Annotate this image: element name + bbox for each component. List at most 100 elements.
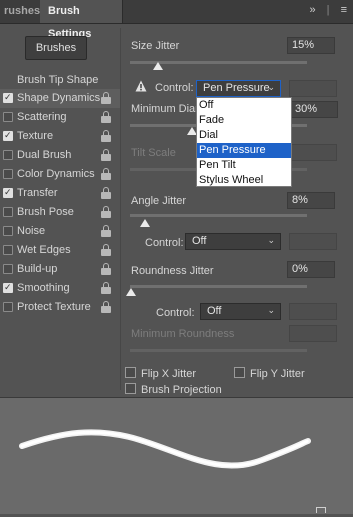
angle-jitter-label: Angle Jitter (131, 195, 187, 207)
lock-icon[interactable] (101, 149, 111, 162)
roundness-jitter-slider-knob[interactable] (126, 288, 136, 296)
minimum-diameter-value[interactable]: 30% (290, 101, 338, 118)
roundness-jitter-slider-track[interactable] (130, 285, 307, 288)
lock-icon[interactable] (101, 206, 111, 219)
option-checkbox[interactable] (3, 245, 13, 255)
brushes-button[interactable]: Brushes (25, 36, 87, 60)
warning-icon (135, 80, 147, 92)
brush-option-item[interactable]: Shape Dynamics (0, 89, 120, 108)
brush-option-item[interactable]: Dual Brush (0, 146, 120, 165)
option-checkbox[interactable] (3, 127, 13, 146)
dropdown-option[interactable]: Dial (197, 128, 291, 143)
brush-option-item[interactable]: Color Dynamics (0, 165, 120, 184)
checkbox-box[interactable] (125, 383, 136, 394)
brush-option-item[interactable]: Build-up (0, 260, 120, 279)
chevron-down-icon: ⌄ (267, 236, 275, 246)
option-checkbox[interactable] (3, 279, 13, 298)
minimum-roundness-label: Minimum Roundness (131, 328, 235, 340)
option-checkbox[interactable] (3, 184, 13, 203)
minimum-roundness-field (289, 325, 337, 342)
lock-icon[interactable] (101, 282, 111, 295)
control-label: Control: (145, 237, 184, 249)
brush-projection-checkbox[interactable]: Brush Projection (125, 383, 222, 396)
control-label: Control: (155, 82, 194, 94)
lock-icon[interactable] (101, 263, 111, 276)
brush-option-item[interactable]: Texture (0, 127, 120, 146)
control-dropdown-menu: Off Fade Dial Pen Pressure Pen Tilt Stylus Wh… (196, 97, 292, 187)
size-jitter-value[interactable]: 15% (287, 37, 335, 54)
control-label: Control: (156, 307, 195, 319)
control-extra-field (289, 80, 337, 97)
brush-option-item[interactable]: Noise (0, 222, 120, 241)
flip-y-jitter-label: Flip Y Jitter (250, 368, 305, 380)
control-select-roundness[interactable]: Off ⌄ (200, 303, 281, 320)
flip-x-jitter-checkbox[interactable]: Flip X Jitter (125, 367, 196, 380)
option-checkbox[interactable] (3, 112, 13, 122)
tab-brushes[interactable]: rushes (0, 0, 44, 23)
create-new-brush-icon[interactable] (316, 507, 326, 513)
control-select-value: Off (207, 305, 222, 317)
brush-tip-shape-item[interactable]: Brush Tip Shape (17, 74, 98, 86)
brush-options-list: Shape Dynamics Scattering Texture Dual Brus… (0, 89, 120, 317)
option-checkbox[interactable] (3, 89, 13, 108)
minimum-roundness-slider-track (130, 349, 307, 352)
lock-icon[interactable] (101, 130, 111, 143)
brush-option-item[interactable]: Brush Pose (0, 203, 120, 222)
lock-icon[interactable] (101, 301, 111, 314)
option-label: Brush Pose (17, 206, 74, 218)
size-jitter-label: Size Jitter (131, 40, 180, 52)
checkbox-box[interactable] (234, 367, 245, 378)
tilt-scale-label: Tilt Scale (131, 147, 176, 159)
lock-icon[interactable] (101, 187, 111, 200)
lock-icon[interactable] (101, 168, 111, 181)
lock-icon[interactable] (101, 244, 111, 257)
expand-icon[interactable]: » (309, 4, 315, 16)
minimum-diameter-label: Minimum Diam (131, 103, 205, 115)
option-checkbox[interactable] (3, 169, 13, 179)
roundness-control-extra-field (289, 303, 337, 320)
control-select-value: Off (192, 235, 207, 247)
roundness-jitter-label: Roundness Jitter (131, 265, 214, 277)
option-checkbox[interactable] (3, 207, 13, 217)
flip-x-jitter-label: Flip X Jitter (141, 368, 197, 380)
option-checkbox[interactable] (3, 302, 13, 312)
size-jitter-slider-knob[interactable] (152, 62, 163, 70)
control-select-angle[interactable]: Off ⌄ (185, 233, 281, 250)
option-checkbox[interactable] (3, 264, 13, 274)
tilt-scale-field (289, 144, 337, 161)
option-label: Shape Dynamics (17, 92, 101, 104)
option-label: Dual Brush (17, 149, 72, 161)
dropdown-option[interactable]: Off (197, 98, 291, 113)
brush-option-item[interactable]: Transfer (0, 184, 120, 203)
dropdown-option[interactable]: Pen Tilt (197, 158, 291, 173)
tab-divider (122, 0, 123, 23)
lock-icon[interactable] (101, 111, 111, 124)
lock-icon[interactable] (101, 92, 111, 105)
dropdown-option[interactable]: Pen Pressure (197, 143, 291, 158)
checkbox-box[interactable] (125, 367, 136, 378)
brush-option-item[interactable]: Wet Edges (0, 241, 120, 260)
control-select-value: Pen Pressure (203, 82, 270, 94)
dropdown-option[interactable]: Stylus Wheel (197, 173, 291, 188)
brush-option-item[interactable]: Scattering (0, 108, 120, 127)
lock-icon[interactable] (101, 225, 111, 238)
angle-jitter-value[interactable]: 8% (287, 192, 335, 209)
option-checkbox[interactable] (3, 226, 13, 236)
chevron-down-icon: ⌄ (267, 83, 275, 93)
brush-stroke-image (19, 429, 311, 469)
option-label: Smoothing (17, 282, 70, 294)
control-select-size[interactable]: Pen Pressure ⌄ (196, 80, 281, 97)
option-checkbox[interactable] (3, 150, 13, 160)
brush-option-item[interactable]: Protect Texture (0, 298, 120, 317)
dropdown-option[interactable]: Fade (197, 113, 291, 128)
panel-menu-icon[interactable]: ≡ (341, 4, 347, 16)
flip-y-jitter-checkbox[interactable]: Flip Y Jitter (234, 367, 305, 380)
angle-jitter-slider-track[interactable] (130, 214, 307, 217)
roundness-jitter-value[interactable]: 0% (287, 261, 335, 278)
column-divider (120, 28, 121, 390)
chevron-down-icon: ⌄ (267, 306, 275, 316)
option-label: Build-up (17, 263, 58, 275)
tab-brush-settings[interactable]: Brush Settings (40, 0, 122, 40)
brush-option-item[interactable]: Smoothing (0, 279, 120, 298)
angle-jitter-slider-knob[interactable] (140, 219, 151, 227)
